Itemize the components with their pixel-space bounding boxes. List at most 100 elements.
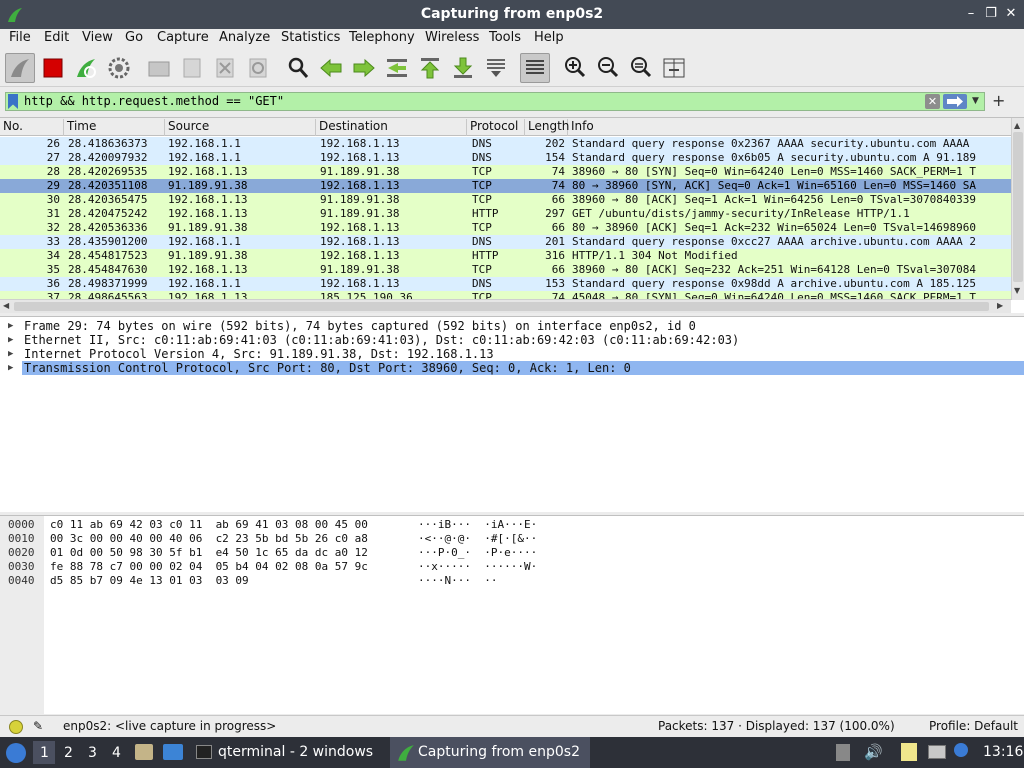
volume-icon[interactable]: 🔊 bbox=[864, 743, 883, 761]
autoscroll-button[interactable] bbox=[481, 53, 511, 83]
workspace-2[interactable]: 2 bbox=[64, 745, 73, 761]
stop-capture-button[interactable] bbox=[38, 53, 68, 83]
forward-arrow-icon bbox=[353, 58, 375, 78]
detail-row-tcp[interactable]: ▶ Transmission Control Protocol, Src Por… bbox=[0, 361, 1024, 375]
maximize-button[interactable]: ❐ bbox=[982, 5, 1000, 23]
packet-row[interactable]: 31 28.420475242 192.168.1.13 91.189.91.38 HT… bbox=[0, 207, 1011, 221]
display-filter-input[interactable]: http && http.request.method == "GET" bbox=[5, 92, 985, 111]
menu-edit[interactable]: Edit bbox=[44, 30, 69, 45]
column-header-time[interactable]: Time bbox=[64, 119, 165, 136]
task-wireshark[interactable]: Capturing from enp0s2 bbox=[390, 737, 590, 768]
packet-list-vscrollbar[interactable]: ▲ ▼ bbox=[1011, 118, 1024, 300]
packet-list-hscroll-thumb[interactable] bbox=[14, 302, 989, 311]
scroll-left-icon[interactable]: ◀ bbox=[3, 301, 9, 310]
expand-arrow-icon[interactable]: ▶ bbox=[8, 319, 13, 333]
clock[interactable]: 13:16 bbox=[983, 744, 1023, 760]
workspace-1[interactable]: 1 bbox=[40, 745, 49, 761]
go-forward-button[interactable] bbox=[349, 53, 379, 83]
task-qterminal[interactable]: qterminal - 2 windows bbox=[190, 737, 384, 768]
start-capture-button[interactable] bbox=[5, 53, 35, 83]
scroll-down-icon[interactable]: ▼ bbox=[1014, 286, 1020, 295]
open-file-button[interactable] bbox=[144, 53, 174, 83]
packet-list-pane[interactable]: No. Time Source Destination Protocol Len… bbox=[0, 117, 1024, 313]
packet-row[interactable]: 33 28.435901200 192.168.1.1 192.168.1.13 DNS… bbox=[0, 235, 1011, 249]
restart-capture-button[interactable] bbox=[71, 53, 101, 83]
capture-options-button[interactable] bbox=[104, 53, 134, 83]
packet-bytes-pane[interactable]: 0000 c0 11 ab 69 42 03 c0 11 ab 69 41 03 … bbox=[0, 515, 1024, 714]
menu-file[interactable]: File bbox=[9, 30, 31, 45]
first-packet-button[interactable] bbox=[415, 53, 445, 83]
menu-telephony[interactable]: Telephony bbox=[349, 30, 415, 45]
clipboard-tray-icon[interactable] bbox=[836, 744, 850, 761]
go-to-packet-button[interactable] bbox=[382, 53, 412, 83]
notes-tray-icon[interactable] bbox=[901, 743, 917, 761]
packet-cell-time: 28.454847630 bbox=[68, 263, 148, 276]
last-packet-button[interactable] bbox=[448, 53, 478, 83]
network-tray-icon[interactable] bbox=[928, 745, 946, 759]
close-button[interactable]: ✕ bbox=[1002, 5, 1020, 23]
packet-cell-proto: TCP bbox=[472, 165, 492, 178]
menu-tools[interactable]: Tools bbox=[489, 30, 521, 45]
normal-size-button[interactable] bbox=[626, 53, 656, 83]
packet-cell-proto: TCP bbox=[472, 193, 492, 206]
packet-list-hscrollbar[interactable]: ◀ ▶ bbox=[0, 299, 1011, 313]
detail-row-ethernet[interactable]: ▶ Ethernet II, Src: c0:11:ab:69:41:03 (c… bbox=[0, 333, 1024, 347]
column-header-destination[interactable]: Destination bbox=[316, 119, 467, 136]
detail-row-ipv4[interactable]: ▶ Internet Protocol Version 4, Src: 91.1… bbox=[0, 347, 1024, 361]
capture-comment-icon[interactable]: ✎ bbox=[33, 719, 43, 733]
show-desktop-icon[interactable] bbox=[163, 744, 183, 760]
expand-arrow-icon[interactable]: ▶ bbox=[8, 333, 13, 347]
column-header-protocol[interactable]: Protocol bbox=[467, 119, 525, 136]
scroll-right-icon[interactable]: ▶ bbox=[997, 301, 1003, 310]
info-tray-icon[interactable] bbox=[954, 743, 968, 757]
packet-row-selected[interactable]: 29 28.420351108 91.189.91.38 192.168.1.13 TC… bbox=[0, 179, 1011, 193]
window-titlebar[interactable]: Capturing from enp0s2 – ❐ ✕ bbox=[0, 0, 1024, 29]
save-file-button[interactable] bbox=[177, 53, 207, 83]
packet-row[interactable]: 28 28.420269535 192.168.1.13 91.189.91.38 TC… bbox=[0, 165, 1011, 179]
packet-row[interactable]: 34 28.454817523 91.189.91.38 192.168.1.13 HT… bbox=[0, 249, 1011, 263]
packet-row[interactable]: 35 28.454847630 192.168.1.13 91.189.91.38 TC… bbox=[0, 263, 1011, 277]
menu-wireless[interactable]: Wireless bbox=[425, 30, 479, 45]
start-menu-icon[interactable] bbox=[6, 743, 26, 763]
file-manager-icon[interactable] bbox=[135, 744, 153, 760]
clear-filter-icon[interactable]: ✕ bbox=[925, 94, 940, 109]
packet-row[interactable]: 26 28.418636373 192.168.1.1 192.168.1.13 DNS… bbox=[0, 137, 1011, 151]
column-header-info[interactable]: Info bbox=[568, 119, 1011, 136]
packet-row[interactable]: 27 28.420097932 192.168.1.1 192.168.1.13 DNS… bbox=[0, 151, 1011, 165]
go-back-button[interactable] bbox=[316, 53, 346, 83]
packet-row[interactable]: 36 28.498371999 192.168.1.1 192.168.1.13 DNS… bbox=[0, 277, 1011, 291]
find-packet-button[interactable] bbox=[283, 53, 313, 83]
expert-info-icon[interactable] bbox=[9, 720, 23, 734]
packet-row[interactable]: 32 28.420536336 91.189.91.38 192.168.1.13 TC… bbox=[0, 221, 1011, 235]
column-header-length[interactable]: Length bbox=[525, 119, 569, 136]
menu-capture[interactable]: Capture bbox=[157, 30, 209, 45]
workspace-3[interactable]: 3 bbox=[88, 745, 97, 761]
menu-view[interactable]: View bbox=[82, 30, 113, 45]
packet-cell-info: GET /ubuntu/dists/jammy-security/InRelea… bbox=[572, 207, 910, 220]
scroll-up-icon[interactable]: ▲ bbox=[1014, 121, 1020, 130]
packet-details-pane[interactable]: ▶ Frame 29: 74 bytes on wire (592 bits),… bbox=[0, 316, 1024, 512]
status-profile[interactable]: Profile: Default bbox=[929, 719, 1018, 733]
workspace-4[interactable]: 4 bbox=[112, 745, 121, 761]
column-header-no[interactable]: No. bbox=[0, 119, 64, 136]
add-filter-button[interactable]: + bbox=[992, 91, 1005, 110]
reload-file-button[interactable] bbox=[243, 53, 273, 83]
packet-list-scroll-thumb[interactable] bbox=[1013, 132, 1023, 282]
expand-arrow-icon[interactable]: ▶ bbox=[8, 347, 13, 361]
detail-row-frame[interactable]: ▶ Frame 29: 74 bytes on wire (592 bits),… bbox=[0, 319, 1024, 333]
colorize-button[interactable] bbox=[520, 53, 550, 83]
zoom-in-button[interactable] bbox=[560, 53, 590, 83]
packet-row[interactable]: 30 28.420365475 192.168.1.13 91.189.91.38 TC… bbox=[0, 193, 1011, 207]
menu-go[interactable]: Go bbox=[125, 30, 143, 45]
close-file-button[interactable] bbox=[210, 53, 240, 83]
menu-analyze[interactable]: Analyze bbox=[219, 30, 270, 45]
apply-filter-icon[interactable] bbox=[943, 94, 967, 109]
resize-columns-button[interactable] bbox=[659, 53, 689, 83]
zoom-out-button[interactable] bbox=[593, 53, 623, 83]
expand-arrow-icon[interactable]: ▶ bbox=[8, 361, 13, 375]
filter-history-dropdown-icon[interactable]: ▼ bbox=[972, 96, 979, 106]
menu-help[interactable]: Help bbox=[534, 30, 564, 45]
menu-statistics[interactable]: Statistics bbox=[281, 30, 340, 45]
column-header-source[interactable]: Source bbox=[165, 119, 316, 136]
minimize-button[interactable]: – bbox=[962, 5, 980, 23]
